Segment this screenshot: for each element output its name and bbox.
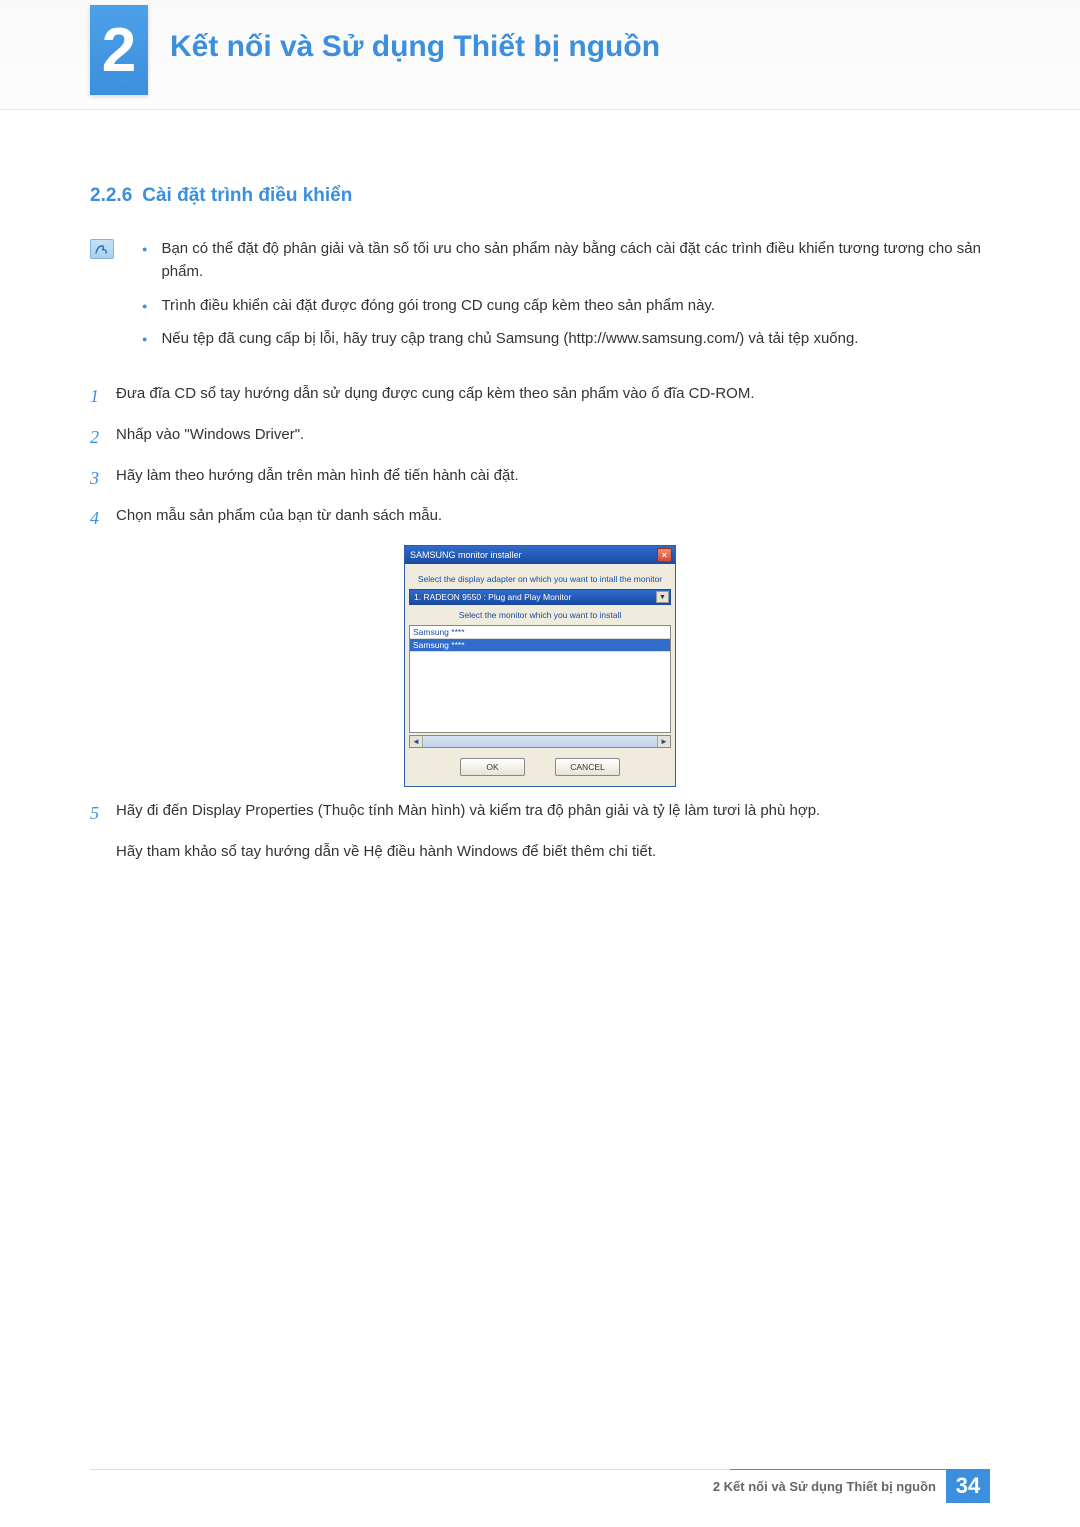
horizontal-scrollbar[interactable]: ◄ ►: [409, 735, 671, 748]
step-number: 4: [90, 504, 116, 533]
bullet-text: Bạn có thể đặt độ phân giải và tần số tố…: [161, 237, 990, 284]
scroll-track[interactable]: [423, 736, 657, 747]
step-item: 2Nhấp vào "Windows Driver".: [90, 423, 990, 452]
adapter-select-value: 1. RADEON 9550 : Plug and Play Monitor: [414, 592, 571, 602]
chapter-number-box: 2: [90, 5, 148, 95]
note-bullet: ● Trình điều khiển cài đặt được đóng gói …: [142, 294, 990, 317]
section-heading: 2.2.6 Cài đặt trình điều khiển: [90, 185, 990, 207]
scroll-left-icon[interactable]: ◄: [410, 736, 423, 747]
step-number: 1: [90, 382, 116, 411]
list-item[interactable]: Samsung ****: [410, 639, 670, 652]
footer-caption: 2 Kết nối và Sử dụng Thiết bị nguồn: [713, 1479, 946, 1494]
list-item[interactable]: Samsung ****: [410, 626, 670, 639]
scroll-right-icon[interactable]: ►: [657, 736, 670, 747]
installer-buttons: OK CANCEL: [409, 758, 671, 776]
installer-body: Select the display adapter on which you …: [405, 564, 675, 786]
step-item: 4Chọn mẫu sản phẩm của bạn từ danh sách …: [90, 504, 990, 533]
note-bullet-list: ● Bạn có thể đặt độ phân giải và tần số t…: [132, 237, 990, 360]
step-number: 2: [90, 423, 116, 452]
ok-button[interactable]: OK: [460, 758, 525, 776]
note-icon: [90, 239, 114, 259]
steps-list: 1Đưa đĩa CD sổ tay hướng dẫn sử dụng đượ…: [90, 382, 990, 864]
bullet-text: Nếu tệp đã cung cấp bị lỗi, hãy truy cập…: [161, 327, 858, 350]
installer-window: SAMSUNG monitor installer × Select the d…: [404, 545, 676, 787]
bullet-icon: ●: [142, 300, 147, 317]
section-number: 2.2.6: [90, 185, 132, 206]
step-text: Chọn mẫu sản phẩm của bạn từ danh sách m…: [116, 504, 990, 533]
note-block: ● Bạn có thể đặt độ phân giải và tần số t…: [90, 237, 990, 360]
step-item: 1Đưa đĩa CD sổ tay hướng dẫn sử dụng đượ…: [90, 382, 990, 411]
installer-label-monitor: Select the monitor which you want to ins…: [409, 610, 671, 620]
installer-titlebar: SAMSUNG monitor installer ×: [405, 546, 675, 564]
step-text: Đưa đĩa CD sổ tay hướng dẫn sử dụng được…: [116, 382, 990, 411]
chapter-title: Kết nối và Sử dụng Thiết bị nguồn: [170, 30, 660, 64]
step-item: 5Hãy đi đến Display Properties (Thuộc tí…: [90, 799, 990, 828]
installer-label-adapter: Select the display adapter on which you …: [409, 574, 671, 584]
bullet-icon: ●: [142, 243, 147, 284]
step-text: Hãy làm theo hướng dẫn trên màn hình để …: [116, 464, 990, 493]
close-icon[interactable]: ×: [657, 548, 672, 562]
step-item: 3Hãy làm theo hướng dẫn trên màn hình để…: [90, 464, 990, 493]
section-title: Cài đặt trình điều khiển: [142, 185, 352, 206]
bullet-text: Trình điều khiển cài đặt được đóng gói t…: [161, 294, 715, 317]
page-footer: 2 Kết nối và Sử dụng Thiết bị nguồn 34: [90, 1469, 990, 1503]
step-text: Hãy đi đến Display Properties (Thuộc tín…: [116, 799, 990, 828]
step-number: 5: [90, 799, 116, 828]
cancel-button[interactable]: CANCEL: [555, 758, 620, 776]
page-number: 34: [946, 1469, 990, 1503]
step-text: Nhấp vào "Windows Driver".: [116, 423, 990, 452]
content-area: 2.2.6 Cài đặt trình điều khiển ● Bạn có th…: [90, 185, 990, 864]
chevron-down-icon[interactable]: ▼: [656, 591, 669, 603]
adapter-select[interactable]: 1. RADEON 9550 : Plug and Play Monitor ▼: [409, 589, 671, 605]
monitor-list[interactable]: Samsung **** Samsung ****: [409, 625, 671, 733]
footer-divider: [90, 1469, 990, 1470]
step-number: 3: [90, 464, 116, 493]
installer-title: SAMSUNG monitor installer: [408, 550, 657, 560]
bullet-icon: ●: [142, 333, 147, 350]
note-bullet: ● Bạn có thể đặt độ phân giải và tần số t…: [142, 237, 990, 284]
note-bullet: ● Nếu tệp đã cung cấp bị lỗi, hãy truy cậ…: [142, 327, 990, 350]
reference-text: Hãy tham khảo sổ tay hướng dẫn về Hệ điề…: [116, 840, 990, 864]
